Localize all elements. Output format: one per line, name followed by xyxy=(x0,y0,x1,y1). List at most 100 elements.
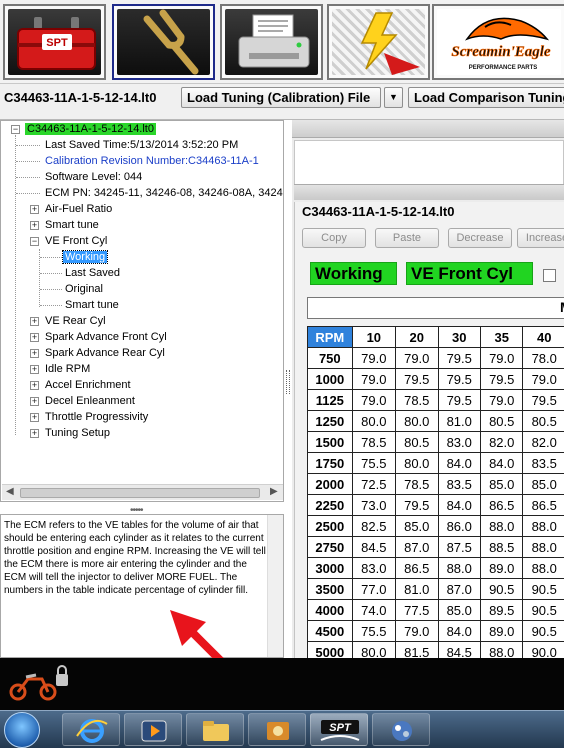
ve-cell[interactable]: 84.0 xyxy=(437,494,481,516)
ve-cell[interactable]: 90.5 xyxy=(522,599,564,621)
ve-cell[interactable]: 86.0 xyxy=(437,515,481,537)
ve-cell[interactable]: 88.5 xyxy=(479,536,524,558)
expand-idle-rpm-toggle[interactable]: + xyxy=(30,365,39,374)
ve-cell[interactable]: 83.5 xyxy=(437,473,481,495)
ve-cell[interactable]: 85.0 xyxy=(479,473,524,495)
expand-accel-toggle[interactable]: + xyxy=(30,381,39,390)
tree-item-original[interactable]: Original xyxy=(65,282,103,297)
ve-cell[interactable]: 80.5 xyxy=(522,410,564,432)
copy-button[interactable]: Copy xyxy=(302,228,366,248)
ve-cell[interactable]: 82.5 xyxy=(351,515,397,537)
tree-item-working[interactable]: Working xyxy=(61,250,109,265)
expand-air-fuel-ratio-toggle[interactable]: + xyxy=(30,205,39,214)
ve-cell[interactable]: 88.0 xyxy=(479,641,524,658)
ve-cell[interactable]: 74.0 xyxy=(351,599,397,621)
ve-cell[interactable]: 80.5 xyxy=(479,410,524,432)
ve-cell[interactable]: 82.0 xyxy=(522,431,564,453)
ve-cell[interactable]: 79.0 xyxy=(395,347,439,369)
ve-cell[interactable]: 73.0 xyxy=(351,494,397,516)
calibration-tree[interactable]: − C34463-11A-1-5-12-14.lt0 Last Saved Ti… xyxy=(0,120,284,502)
ve-cell[interactable]: 88.0 xyxy=(522,557,564,579)
ve-cell[interactable]: 72.5 xyxy=(351,473,397,495)
ve-cell[interactable]: 79.5 xyxy=(437,368,481,390)
expand-spark-front-toggle[interactable]: + xyxy=(30,333,39,342)
ve-cell[interactable]: 78.5 xyxy=(395,389,439,411)
ve-cell[interactable]: 79.0 xyxy=(479,389,524,411)
media-player-task[interactable] xyxy=(124,713,182,746)
ve-cell[interactable]: 88.0 xyxy=(522,536,564,558)
tree-item-accel-enrichment[interactable]: Accel Enrichment xyxy=(45,378,131,393)
spt-app-task[interactable]: SPT xyxy=(310,713,368,746)
ve-cell[interactable]: 77.0 xyxy=(351,578,397,600)
ve-cell[interactable]: 79.0 xyxy=(351,347,397,369)
ve-cell[interactable]: 89.0 xyxy=(479,620,524,642)
brand-logo-button[interactable]: Screamin'Eagle PERFORMANCE PARTS xyxy=(432,4,564,80)
ve-cell[interactable]: 78.5 xyxy=(395,473,439,495)
expand-spark-rear-toggle[interactable]: + xyxy=(30,349,39,358)
ve-cell[interactable]: 79.5 xyxy=(479,368,524,390)
ve-cell[interactable]: 90.5 xyxy=(479,578,524,600)
expand-smart-tune-toggle[interactable]: + xyxy=(30,221,39,230)
tree-item-throttle-progressivity[interactable]: Throttle Progressivity xyxy=(45,410,148,425)
scroll-left-icon[interactable]: ◀ xyxy=(6,486,14,497)
tree-item-spark-advance-rear[interactable]: Spark Advance Rear Cyl xyxy=(45,346,165,361)
load-comparison-file-button[interactable]: Load Comparison Tuning xyxy=(408,87,564,108)
ve-cell[interactable]: 80.0 xyxy=(395,452,439,474)
ve-cell[interactable]: 82.0 xyxy=(479,431,524,453)
ve-cell[interactable]: 84.0 xyxy=(479,452,524,474)
expand-throttle-toggle[interactable]: + xyxy=(30,413,39,422)
ve-cell[interactable]: 79.0 xyxy=(479,347,524,369)
paste-button[interactable]: Paste xyxy=(375,228,439,248)
collapse-root-toggle[interactable]: − xyxy=(11,125,20,134)
vertical-splitter-grip[interactable] xyxy=(286,370,290,394)
ve-cell[interactable]: 84.0 xyxy=(437,620,481,642)
ve-cell[interactable]: 86.5 xyxy=(395,557,439,579)
ve-cell[interactable]: 89.0 xyxy=(479,557,524,579)
ve-cell[interactable]: 90.5 xyxy=(522,578,564,600)
ve-cell[interactable]: 78.5 xyxy=(351,431,397,453)
ve-cell[interactable]: 84.5 xyxy=(437,641,481,658)
ve-cell[interactable]: 79.0 xyxy=(522,368,564,390)
tree-item-last-saved[interactable]: Last Saved xyxy=(65,266,120,281)
ve-cell[interactable]: 85.0 xyxy=(437,599,481,621)
tree-item-smart-tune[interactable]: Smart tune xyxy=(45,218,99,233)
ve-cell[interactable]: 79.0 xyxy=(351,368,397,390)
ve-cell[interactable]: 81.0 xyxy=(395,578,439,600)
ve-cell[interactable]: 79.5 xyxy=(395,494,439,516)
expand-tuning-setup-toggle[interactable]: + xyxy=(30,429,39,438)
ve-cell[interactable]: 75.5 xyxy=(351,620,397,642)
ve-cell[interactable]: 80.0 xyxy=(351,641,397,658)
flash-ecm-button[interactable] xyxy=(327,4,430,80)
windows-start-icon[interactable] xyxy=(4,712,40,748)
ve-cell[interactable]: 79.0 xyxy=(351,389,397,411)
load-file-dropdown-button[interactable]: ▼ xyxy=(384,87,403,108)
ve-cell[interactable]: 78.0 xyxy=(522,347,564,369)
ve-cell[interactable]: 80.0 xyxy=(395,410,439,432)
ve-cell[interactable]: 90.0 xyxy=(522,641,564,658)
expand-ve-rear-cyl-toggle[interactable]: + xyxy=(30,317,39,326)
decrease-button[interactable]: Decrease xyxy=(448,228,512,248)
file-explorer-task[interactable] xyxy=(186,713,244,746)
ve-cell[interactable]: 80.0 xyxy=(351,410,397,432)
ve-cell[interactable]: 79.5 xyxy=(437,347,481,369)
tree-root-file[interactable]: C34463-11A-1-5-12-14.lt0 xyxy=(25,122,156,137)
ve-cell[interactable]: 88.0 xyxy=(479,515,524,537)
tree-item-ve-front-cyl[interactable]: VE Front Cyl xyxy=(45,234,107,249)
tree-horizontal-scrollbar[interactable]: ◀ ▶ xyxy=(2,484,283,500)
ve-cell[interactable]: 87.0 xyxy=(437,578,481,600)
ve-cell[interactable]: 90.5 xyxy=(522,620,564,642)
tree-item-spark-advance-front[interactable]: Spark Advance Front Cyl xyxy=(45,330,167,345)
ve-cell[interactable]: 81.0 xyxy=(437,410,481,432)
load-tuning-file-button[interactable]: Load Tuning (Calibration) File xyxy=(181,87,381,108)
tree-item-ve-rear-cyl[interactable]: VE Rear Cyl xyxy=(45,314,106,329)
increase-button[interactable]: Increase xyxy=(517,228,564,248)
chat-app-task[interactable] xyxy=(372,713,430,746)
ve-cell[interactable]: 86.5 xyxy=(522,494,564,516)
tuning-fork-button[interactable] xyxy=(112,4,215,80)
ve-cell[interactable]: 88.0 xyxy=(437,557,481,579)
ve-cell[interactable]: 85.0 xyxy=(522,473,564,495)
collapse-ve-front-cyl-toggle[interactable]: − xyxy=(30,237,39,246)
ve-cell[interactable]: 77.5 xyxy=(395,599,439,621)
tree-item-decel-enleanment[interactable]: Decel Enleanment xyxy=(45,394,135,409)
ve-cell[interactable]: 84.5 xyxy=(351,536,397,558)
